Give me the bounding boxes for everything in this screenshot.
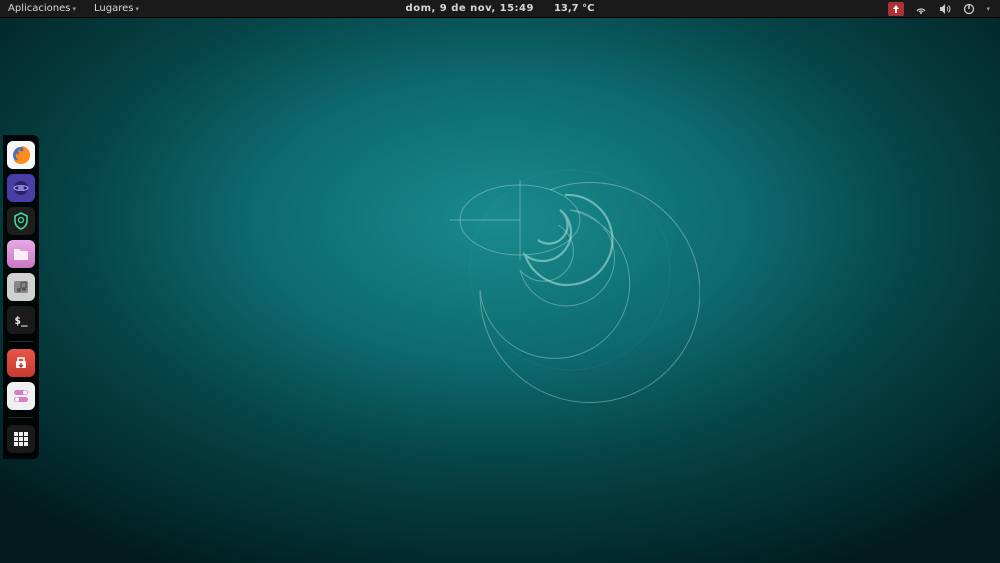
terminal-prompt-icon: $_ <box>14 314 27 327</box>
power-icon[interactable] <box>962 2 976 16</box>
grid-icon <box>12 430 30 448</box>
update-notifier-icon[interactable] <box>888 2 904 16</box>
dock-show-applications[interactable] <box>7 425 35 453</box>
chevron-down-icon: ▾ <box>72 5 76 13</box>
top-panel: Aplicaciones ▾ Lugares ▾ dom, 9 de nov, … <box>0 0 1000 18</box>
launcher-dock: $_ <box>3 135 39 459</box>
menu-applications-label: Aplicaciones <box>8 3 70 14</box>
chevron-down-icon[interactable]: ▾ <box>986 5 990 13</box>
dock-item-firefox[interactable] <box>7 141 35 169</box>
dock-item-transmission[interactable] <box>7 349 35 377</box>
chevron-down-icon: ▾ <box>135 5 139 13</box>
menu-applications[interactable]: Aplicaciones ▾ <box>8 3 76 14</box>
menu-places[interactable]: Lugares ▾ <box>94 3 139 14</box>
dock-item-files[interactable] <box>7 240 35 268</box>
wallpaper-logo <box>420 140 700 420</box>
dock-item-eclipse[interactable] <box>7 174 35 202</box>
system-tray: ▾ <box>888 2 1000 16</box>
weather-indicator[interactable]: 13,7 °C <box>554 3 595 14</box>
dock-item-shield-app[interactable] <box>7 207 35 235</box>
volume-icon[interactable] <box>938 2 952 16</box>
menu-places-label: Lugares <box>94 3 133 14</box>
dock-separator <box>9 417 33 418</box>
dock-item-music-player[interactable] <box>7 273 35 301</box>
dock-separator <box>9 341 33 342</box>
clock[interactable]: dom, 9 de nov, 15:49 <box>406 3 534 14</box>
dock-item-settings-toggle[interactable] <box>7 382 35 410</box>
dock-item-terminal[interactable]: $_ <box>7 306 35 334</box>
network-icon[interactable] <box>914 2 928 16</box>
